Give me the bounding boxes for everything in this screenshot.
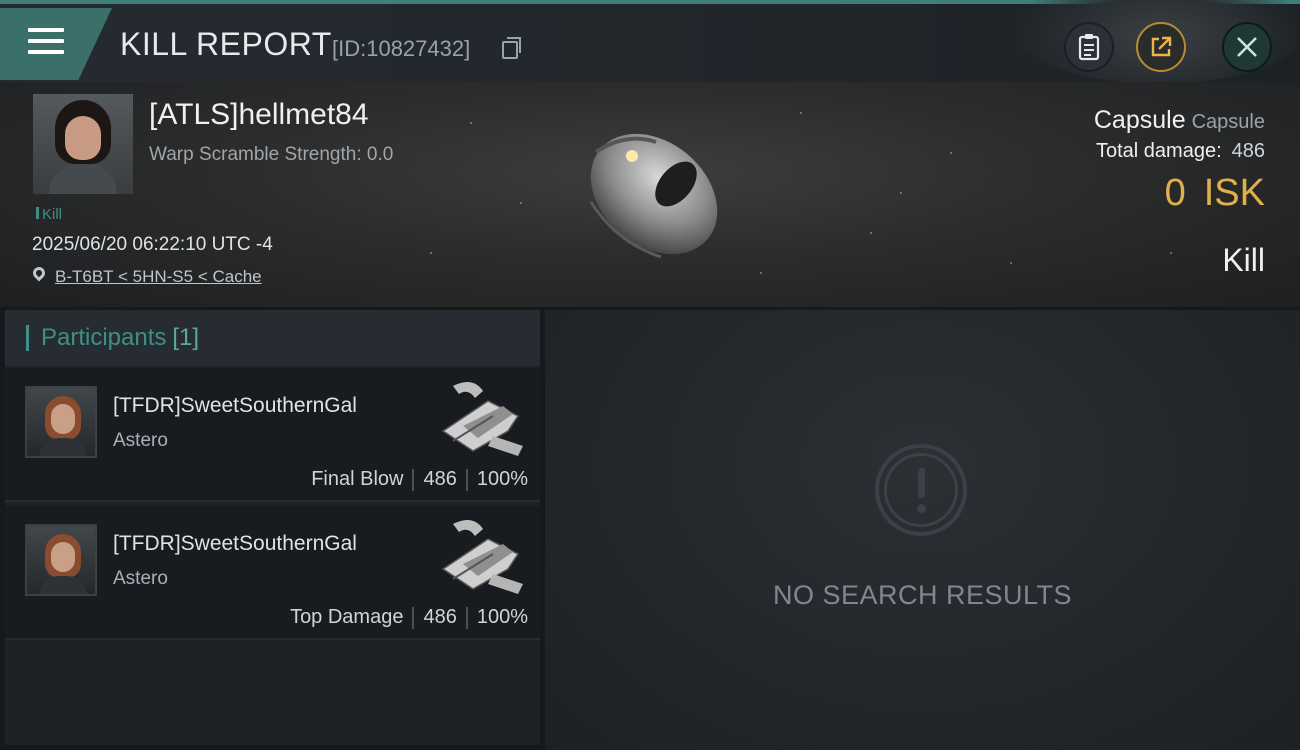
isk-amount: 0 <box>1164 172 1186 214</box>
empty-results-text: NO SEARCH RESULTS <box>772 580 1073 610</box>
isk-value: 0 ISK <box>1165 172 1265 215</box>
victim-ship-type: Capsule Capsule <box>1094 106 1265 135</box>
ship-name: Capsule <box>1093 106 1186 134</box>
hamburger-icon <box>28 28 64 61</box>
participant-ship-image[interactable] <box>433 514 528 599</box>
close-icon <box>1237 37 1257 57</box>
kill-location-link[interactable]: B-T6BT < 5HN-S5 < Cache <box>55 267 262 287</box>
participants-panel: Participants [1] [TFDR]SweetSouthernGal A… <box>5 310 540 745</box>
participants-count: [1] <box>172 324 200 351</box>
top-bar: KILL REPORT [ID:10827432] <box>0 0 1300 84</box>
victim-ship-image[interactable] <box>566 112 736 272</box>
total-damage-label: Total damage: <box>1095 140 1222 162</box>
close-button[interactable] <box>1222 22 1272 72</box>
participant-row[interactable]: [TFDR]SweetSouthernGal Astero Top Damage… <box>5 506 540 640</box>
participants-label: Participants <box>41 324 167 351</box>
isk-unit: ISK <box>1203 172 1265 214</box>
clipboard-icon <box>1078 34 1100 61</box>
participant-percent: 100% <box>476 468 528 490</box>
copy-icon[interactable] <box>502 37 521 59</box>
participant-stats: Final Blow 486 100% <box>311 468 528 491</box>
participant-ship: Astero <box>113 430 168 451</box>
results-panel: NO SEARCH RESULTS <box>545 310 1300 750</box>
page-title: KILL REPORT <box>120 26 332 62</box>
kill-datetime: 2025/06/20 06:22:10 UTC -4 <box>32 234 273 255</box>
exclamation-icon <box>875 444 967 536</box>
total-damage: Total damage: 486 <box>1096 140 1265 163</box>
kill-type-label: Kill <box>1222 242 1265 278</box>
victim-portrait[interactable] <box>33 94 133 194</box>
ship-class: Capsule <box>1191 111 1265 133</box>
total-damage-value: 486 <box>1231 140 1265 162</box>
victim-name[interactable]: [ATLS]hellmet84 <box>149 98 369 132</box>
header-accent-bar <box>26 325 29 351</box>
participant-role: Final Blow <box>311 468 404 490</box>
participant-stats: Top Damage 486 100% <box>290 606 528 629</box>
clipboard-button[interactable] <box>1064 22 1114 72</box>
participant-damage: 486 <box>423 606 457 628</box>
participant-ship: Astero <box>113 568 168 589</box>
participant-name[interactable]: [TFDR]SweetSouthernGal <box>113 532 357 556</box>
share-icon <box>1151 36 1172 57</box>
participant-percent: 100% <box>476 606 528 628</box>
kill-id: [ID:10827432] <box>332 36 471 61</box>
kill-badge: Kill <box>36 206 62 223</box>
share-button[interactable] <box>1136 22 1186 72</box>
participant-name[interactable]: [TFDR]SweetSouthernGal <box>113 394 357 418</box>
victim-banner: [ATLS]hellmet84 Warp Scramble Strength: … <box>0 82 1300 307</box>
menu-button[interactable] <box>0 8 112 80</box>
participant-role: Top Damage <box>290 606 404 628</box>
warp-scramble-strength: Warp Scramble Strength: 0.0 <box>149 144 394 165</box>
participant-row[interactable]: [TFDR]SweetSouthernGal Astero Final Blow… <box>5 368 540 502</box>
participants-header[interactable]: Participants [1] <box>5 310 540 366</box>
participant-damage: 486 <box>423 468 457 490</box>
participant-portrait[interactable] <box>25 524 97 596</box>
participant-ship-image[interactable] <box>433 376 528 461</box>
location-pin-icon <box>30 264 48 282</box>
participant-portrait[interactable] <box>25 386 97 458</box>
